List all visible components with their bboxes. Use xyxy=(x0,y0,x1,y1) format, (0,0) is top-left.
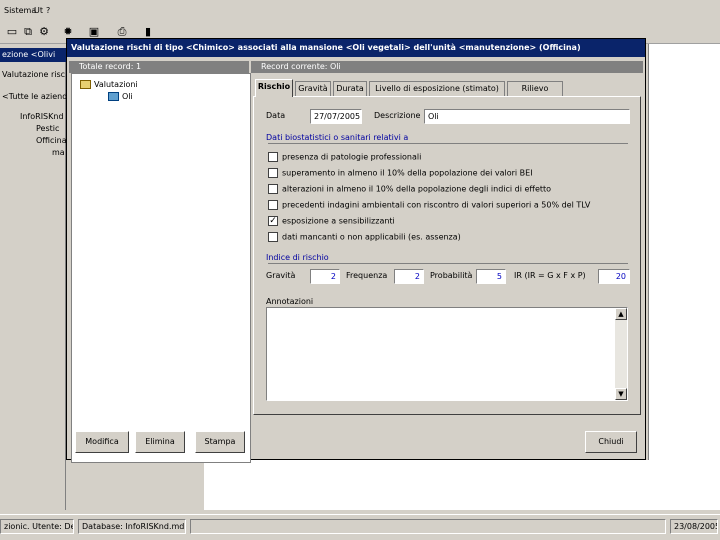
bg-tree-item[interactable]: Pestic xyxy=(36,124,59,133)
data-label: Data xyxy=(266,111,286,120)
tab-gravita[interactable]: Gravità xyxy=(295,81,331,97)
bg-tree-item[interactable]: <Tutte le aziend xyxy=(2,92,67,101)
menu-help[interactable]: ? xyxy=(46,6,50,15)
bg-lower-area xyxy=(204,460,720,510)
tab-durata[interactable]: Durata xyxy=(333,81,367,97)
valutazioni-tree: Valutazioni Oli xyxy=(71,73,251,463)
record-total-header: Totale record: 1 xyxy=(69,61,249,73)
data-field[interactable]: 27/07/2005 xyxy=(310,109,362,124)
tree-root[interactable]: Valutazioni xyxy=(80,80,138,89)
tab-panel-rischio: Data 27/07/2005 Descrizione Oli Dati bio… xyxy=(253,96,641,415)
probabilita-field[interactable]: 5 xyxy=(476,269,506,284)
tree-child-label: Oli xyxy=(122,92,133,101)
tools-icon[interactable]: ⚙ xyxy=(36,24,52,40)
status-user: zionic. Utente: Demo xyxy=(0,519,74,534)
tree-root-label: Valutazioni xyxy=(94,80,138,89)
descrizione-field[interactable]: Oli xyxy=(424,109,630,124)
status-database: Database: InfoRISKnd.mdb xyxy=(78,519,186,534)
frequenza-label: Frequenza xyxy=(346,271,388,280)
copy-icon[interactable]: ⧉ xyxy=(20,24,36,40)
checkbox[interactable] xyxy=(268,200,278,210)
modifica-button[interactable]: Modifica xyxy=(75,431,129,453)
check-row[interactable]: precedenti indagini ambientali con risco… xyxy=(268,200,590,212)
tab-livello-esposizione[interactable]: Livello di esposizione (stimato) xyxy=(369,81,505,97)
checkbox[interactable] xyxy=(268,232,278,242)
menu-sistema[interactable]: Sistema xyxy=(4,6,36,15)
gravita-field[interactable]: 2 xyxy=(310,269,340,284)
chiudi-button[interactable]: Chiudi xyxy=(585,431,637,453)
tab-rischio[interactable]: Rischio xyxy=(255,79,293,97)
check-row[interactable]: presenza di patologie professionali xyxy=(268,152,421,164)
menu-bar: Sistema Ut ? xyxy=(0,0,720,20)
bg-tree-item[interactable]: Valutazione risc xyxy=(2,70,65,79)
dialog-title: Valutazione rischi di tipo <Chimico> ass… xyxy=(67,39,645,57)
check-label: precedenti indagini ambientali con risco… xyxy=(282,200,591,210)
checkbox[interactable] xyxy=(268,184,278,194)
stampa-button[interactable]: Stampa xyxy=(195,431,245,453)
annotazioni-label: Annotazioni xyxy=(266,297,314,306)
record-current-header: Record corrente: Oli xyxy=(251,61,643,73)
divider xyxy=(268,143,628,144)
bg-tree-panel: Valutazione risc <Tutte le aziend InfoRI… xyxy=(0,62,67,510)
valutazione-dialog: Valutazione rischi di tipo <Chimico> ass… xyxy=(66,38,646,463)
check-label: esposizione a sensibilizzanti xyxy=(282,216,395,226)
divider xyxy=(268,263,628,264)
section-bio-heading: Dati biostatistici o sanitari relativi a xyxy=(266,133,409,142)
check-row[interactable]: superamento in almeno il 10% della popol… xyxy=(268,168,533,180)
check-label: superamento in almeno il 10% della popol… xyxy=(282,168,533,178)
check-label: dati mancanti o non applicabili (es. ass… xyxy=(282,232,461,242)
record-icon xyxy=(108,92,119,101)
check-row[interactable]: ✓ esposizione a sensibilizzanti xyxy=(268,216,395,228)
new-icon[interactable]: ▭ xyxy=(4,24,20,40)
ir-field[interactable]: 20 xyxy=(598,269,630,284)
bg-right-panel xyxy=(648,44,720,510)
vertical-scrollbar[interactable]: ▲ ▼ xyxy=(615,308,627,400)
checkbox[interactable] xyxy=(268,152,278,162)
section-indice-heading: Indice di rischio xyxy=(266,253,329,262)
elimina-button[interactable]: Elimina xyxy=(135,431,185,453)
tab-rilievo[interactable]: Rilievo xyxy=(507,81,563,97)
gravita-label: Gravità xyxy=(266,271,296,280)
bg-tree-item[interactable]: InfoRISKnd xyxy=(20,112,64,121)
bg-tree-item[interactable]: Officina xyxy=(36,136,67,145)
checkbox[interactable] xyxy=(268,168,278,178)
status-bar: zionic. Utente: Demo Database: InfoRISKn… xyxy=(0,514,720,538)
scroll-up-icon[interactable]: ▲ xyxy=(615,308,627,320)
menu-ut[interactable]: Ut xyxy=(34,6,43,15)
probabilita-label: Probabilità xyxy=(430,271,473,280)
check-row[interactable]: alterazioni in almeno il 10% della popol… xyxy=(268,184,551,196)
descrizione-label: Descrizione xyxy=(374,111,421,120)
bg-window-title: ezione <Olivi xyxy=(0,48,66,62)
annotazioni-field[interactable]: ▲ ▼ xyxy=(266,307,628,401)
check-row[interactable]: dati mancanti o non applicabili (es. ass… xyxy=(268,232,461,244)
folder-icon xyxy=(80,80,91,89)
status-date: 23/08/2005 xyxy=(670,519,718,534)
bg-tree-item[interactable]: ma xyxy=(52,148,65,157)
check-label: presenza di patologie professionali xyxy=(282,152,422,162)
check-label: alterazioni in almeno il 10% della popol… xyxy=(282,184,552,194)
tree-child[interactable]: Oli xyxy=(108,92,133,101)
status-empty xyxy=(190,519,666,534)
checkbox-checked[interactable]: ✓ xyxy=(268,216,278,226)
scroll-down-icon[interactable]: ▼ xyxy=(615,388,627,400)
ir-label: IR (IR = G x F x P) xyxy=(514,271,586,280)
frequenza-field[interactable]: 2 xyxy=(394,269,424,284)
